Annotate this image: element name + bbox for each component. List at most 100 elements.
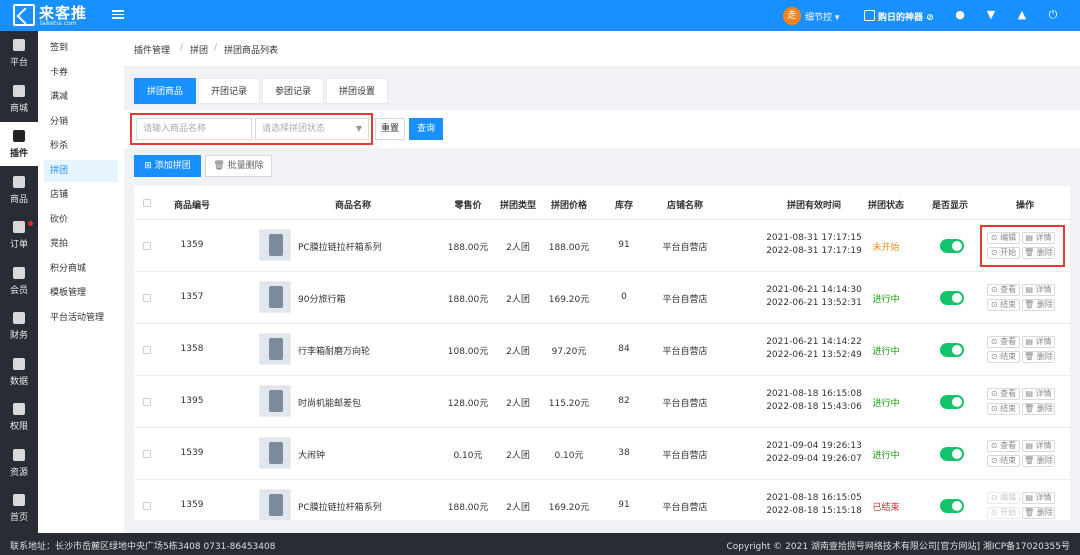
- sub-nav-item[interactable]: 拼团: [44, 159, 118, 182]
- tab-join-records[interactable]: 参团记录: [262, 78, 324, 104]
- store-icon[interactable]: ▲: [1016, 9, 1028, 21]
- detail-button[interactable]: ▤ 详情: [1022, 336, 1055, 348]
- nav-item-9[interactable]: 资源: [0, 441, 38, 485]
- bell-icon[interactable]: ●: [954, 9, 966, 21]
- nav-item-label: 数据: [9, 376, 28, 387]
- table-row: 1357 90分旅行箱 188.00元 2人团 169.20元 0 平台自营店 2021-06…: [134, 272, 1070, 324]
- add-group-button[interactable]: ⊞ 添加拼团: [134, 155, 201, 177]
- detail-button[interactable]: ▤ 详情: [1022, 388, 1055, 400]
- status-badge: 进行中: [872, 399, 900, 409]
- sub-nav-item[interactable]: 卡券: [44, 62, 118, 84]
- nav-item-4[interactable]: 订单: [0, 213, 38, 257]
- sub-nav-item[interactable]: 店铺: [44, 184, 118, 206]
- row-checkbox[interactable]: [143, 242, 151, 250]
- sub-nav-item[interactable]: 积分商城: [44, 258, 118, 280]
- sub-nav-item[interactable]: 砍价: [44, 209, 118, 231]
- row-checkbox[interactable]: [143, 294, 151, 302]
- nav-item-label: 订单: [9, 240, 28, 250]
- breadcrumb-item-current: 拼团商品列表: [224, 46, 279, 56]
- table-row: 1358 行李箱耐磨万向轮 108.00元 2人团 97.20元 84 平台自营店 2021-…: [134, 324, 1070, 376]
- nav-item-5[interactable]: 会员: [0, 259, 38, 303]
- cell-id: 1539: [180, 448, 204, 458]
- start-button[interactable]: ⊙ 结束: [987, 351, 1020, 363]
- filter-bar: 请输入商品名称 请选择拼团状态 ▼ 重置 查询: [124, 110, 1080, 148]
- left-nav: 平台 商城 插件 商品订单会员财务数据权限 资源 首页: [0, 31, 38, 533]
- show-toggle[interactable]: [940, 291, 964, 305]
- product-thumbnail: [259, 489, 291, 520]
- detail-button[interactable]: ▤ 详情: [1022, 284, 1055, 296]
- delete-button[interactable]: 🗑 删除: [1022, 403, 1055, 415]
- footer-copyright[interactable]: Copyright © 2021 湖南壹拾捌号网络技术有限公司[官方网站] 湘I…: [726, 539, 1070, 552]
- show-toggle[interactable]: [940, 447, 964, 461]
- sub-nav-item[interactable]: 平台活动管理: [44, 307, 118, 329]
- cell-shop: 平台自营店: [662, 347, 708, 357]
- brand-subtitle: laiketui.com: [40, 20, 77, 27]
- row-checkbox[interactable]: [143, 346, 151, 354]
- nav-item-0[interactable]: 平台: [0, 31, 38, 75]
- edit-button[interactable]: ⊙ 查看: [987, 440, 1020, 452]
- detail-button[interactable]: ▤ 详情: [1022, 492, 1055, 504]
- nav-item-7[interactable]: 数据: [0, 350, 38, 394]
- table-row: 1359 PC膜拉链拉杆箱系列 188.00元 2人团 188.00元 91 平台自营店 20…: [134, 220, 1070, 272]
- tab-group-settings[interactable]: 拼团设置: [326, 78, 388, 104]
- start-button[interactable]: ⊙ 结束: [987, 403, 1020, 415]
- row-checkbox[interactable]: [143, 450, 151, 458]
- nav-item-label: 会员: [9, 285, 28, 296]
- show-toggle[interactable]: [940, 499, 964, 513]
- cell-name: 大闹钟: [298, 451, 326, 461]
- show-toggle[interactable]: [940, 239, 964, 253]
- shirt-icon[interactable]: ▼: [985, 9, 997, 21]
- cell-id: 1359: [180, 240, 204, 250]
- start-button[interactable]: ⊙ 结束: [987, 455, 1020, 467]
- nav-item-8[interactable]: 权限: [0, 395, 38, 439]
- sub-nav-item[interactable]: 分销: [44, 111, 118, 133]
- nav-item-6[interactable]: 财务: [0, 304, 38, 348]
- sub-nav-item[interactable]: 秒杀: [44, 135, 118, 157]
- table-row: 1539 大闹钟 0.10元 2人团 0.10元 38 平台自营店 2021-09-04 19…: [134, 428, 1070, 480]
- query-button[interactable]: 查询: [409, 118, 443, 140]
- sub-nav-item[interactable]: 签到: [44, 37, 118, 59]
- nav-item-1[interactable]: 商城: [0, 77, 38, 121]
- batch-delete-button[interactable]: 🗑 批量删除: [205, 155, 272, 177]
- delete-button[interactable]: 🗑 删除: [1022, 455, 1055, 467]
- edit-button[interactable]: ⊙ 查看: [987, 284, 1020, 296]
- tab-group-goods[interactable]: 拼团商品: [134, 78, 196, 104]
- column-header: 商品编号: [173, 201, 210, 211]
- start-button[interactable]: ⊙ 开始: [987, 507, 1020, 519]
- cell-id: 1395: [180, 396, 204, 406]
- edit-button[interactable]: ⊙ 编辑: [987, 492, 1020, 504]
- delete-button[interactable]: 🗑 删除: [1022, 351, 1055, 363]
- select-all-checkbox[interactable]: [143, 199, 151, 207]
- sub-nav-item[interactable]: 模板管理: [44, 282, 118, 304]
- brand-logo[interactable]: 来客推 laiketui.com: [0, 0, 130, 31]
- power-icon[interactable]: ⏻: [1047, 9, 1059, 21]
- product-thumbnail: [259, 229, 291, 261]
- nav-item-10[interactable]: 首页: [0, 486, 38, 530]
- sub-nav-item[interactable]: 竞拍: [44, 233, 118, 255]
- row-checkbox[interactable]: [143, 398, 151, 406]
- nav-item-2[interactable]: 插件: [0, 122, 38, 166]
- notification-dot: [28, 221, 33, 226]
- menu-toggle-icon[interactable]: [112, 8, 124, 22]
- show-toggle[interactable]: [940, 343, 964, 357]
- nav-item-3[interactable]: 商品: [0, 168, 38, 212]
- mall-icon: [13, 84, 25, 97]
- breadcrumb-item-plugin[interactable]: 插件管理: [134, 43, 170, 56]
- edit-button[interactable]: ⊙ 查看: [987, 388, 1020, 400]
- delete-button[interactable]: 🗑 删除: [1022, 507, 1055, 519]
- edit-button[interactable]: ⊙ 查看: [987, 336, 1020, 348]
- plus-icon: ⊞: [144, 161, 155, 171]
- sub-nav-item[interactable]: 满减: [44, 86, 118, 108]
- status-badge: 未开始: [872, 243, 900, 253]
- show-toggle[interactable]: [940, 395, 964, 409]
- member-icon: [13, 266, 25, 279]
- row-checkbox[interactable]: [143, 502, 151, 510]
- tab-open-records[interactable]: 开团记录: [198, 78, 260, 104]
- cell-shop: 平台自营店: [662, 243, 708, 253]
- breadcrumb-item-group[interactable]: 拼团: [190, 43, 208, 56]
- reset-button[interactable]: 重置: [375, 118, 405, 140]
- delete-button[interactable]: 🗑 删除: [1022, 299, 1055, 311]
- detail-button[interactable]: ▤ 详情: [1022, 440, 1055, 452]
- start-button[interactable]: ⊙ 结束: [987, 299, 1020, 311]
- data-icon: [13, 357, 25, 370]
